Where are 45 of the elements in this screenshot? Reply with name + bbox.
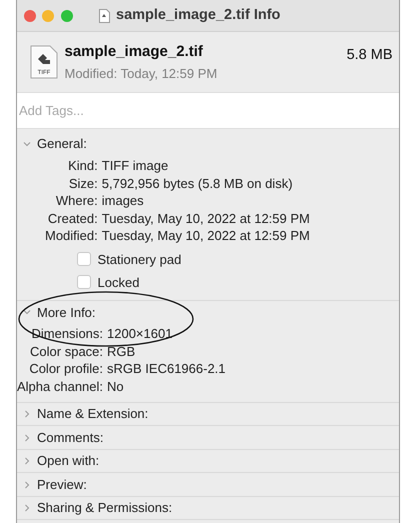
- field-value: sRGB IEC61966-2.1: [107, 360, 227, 378]
- field-value: 5,792,956 bytes (5.8 MB on disk): [102, 174, 294, 192]
- checkbox-label: Locked: [98, 274, 140, 292]
- section-header[interactable]: Name & Extension:: [17, 402, 399, 426]
- chevron-icon: [23, 480, 31, 488]
- chevron-icon: [23, 308, 31, 316]
- field-value: Tuesday, May 10, 2022 at 12:59 PM: [102, 227, 311, 244]
- chevron-icon: [23, 434, 31, 442]
- field-value: images: [102, 192, 145, 210]
- zoom-button[interactable]: [60, 10, 72, 22]
- field-value: RGB: [107, 342, 136, 360]
- field-value: No: [107, 378, 125, 396]
- section-header[interactable]: Sharing & Permissions:: [17, 496, 399, 520]
- document-icon: [98, 8, 110, 22]
- section-header[interactable]: More Info:: [17, 301, 399, 324]
- chevron-icon: [23, 140, 31, 148]
- field-value: TIFF image: [102, 157, 170, 174]
- section-header[interactable]: Comments:: [17, 426, 399, 449]
- file-size: 5.8 MB: [346, 46, 392, 65]
- section-header[interactable]: General:: [17, 133, 399, 155]
- chevron-icon: [23, 410, 31, 418]
- checkbox[interactable]: [77, 252, 91, 266]
- field-label: Dimensions:: [30, 325, 104, 343]
- file-name: sample_image_2.tif: [64, 42, 204, 62]
- tags-field[interactable]: Add Tags...: [17, 92, 399, 129]
- field-label: Where:: [54, 192, 98, 210]
- minimize-button[interactable]: [42, 10, 54, 22]
- field-label: Kind:: [67, 157, 98, 174]
- chevron-icon: [23, 504, 31, 512]
- field-label: Alpha channel:: [17, 378, 104, 396]
- section-header[interactable]: Preview:: [17, 473, 399, 496]
- section-header[interactable]: Open with:: [17, 450, 399, 472]
- field-label: Size:: [68, 174, 98, 192]
- modified-date: Modified: Today, 12:59 PM: [64, 64, 218, 83]
- checkbox-label: Stationery pad: [98, 250, 182, 269]
- field-label: Created:: [46, 210, 98, 227]
- chevron-icon: [23, 457, 31, 465]
- field-value: 1200×1601: [107, 325, 174, 343]
- field-label: Color space:: [29, 342, 104, 360]
- close-button[interactable]: [24, 10, 36, 22]
- window-title: sample_image_2.tif Info: [116, 6, 280, 25]
- checkbox[interactable]: [77, 275, 91, 290]
- field-label: Color profile:: [28, 360, 104, 378]
- field-value: Tuesday, May 10, 2022 at 12:59 PM: [102, 210, 311, 227]
- field-label: Modified:: [45, 227, 98, 244]
